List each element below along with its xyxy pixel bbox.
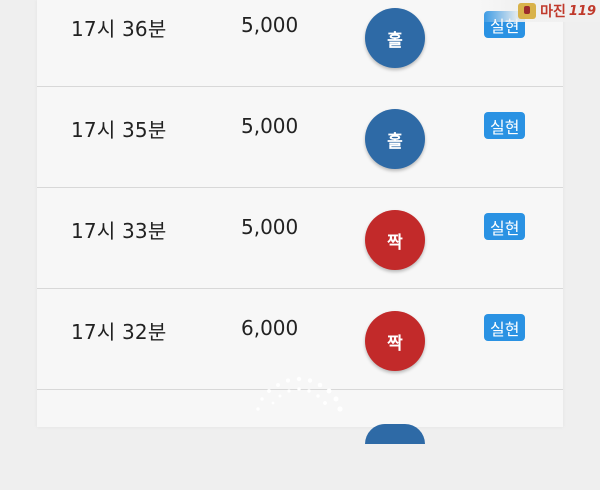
status-badge: 실현 <box>484 112 526 139</box>
bet-amount: 6,000 <box>241 316 299 340</box>
round-time: 17시 36분 <box>71 17 167 41</box>
result-odd-ball: 홀 <box>365 109 425 169</box>
list-item[interactable]: 17시 33분 5,000 짝 실현 <box>37 187 563 289</box>
result-odd-ball: 홀 <box>365 8 425 68</box>
result-odd-ball <box>365 424 425 444</box>
bet-amount: 5,000 <box>241 13 299 37</box>
status-badge: 실현 <box>484 213 526 240</box>
result-even-ball: 짝 <box>365 311 425 371</box>
bet-amount: 5,000 <box>241 114 299 138</box>
bet-amount: 5,000 <box>241 215 299 239</box>
watermark-logo: 마진 119 <box>480 0 600 22</box>
logo-number: 119 <box>568 3 596 19</box>
status-badge: 실현 <box>484 314 526 341</box>
result-even-ball: 짝 <box>365 210 425 270</box>
round-time: 17시 33분 <box>71 219 167 243</box>
logo-text: 마진 <box>540 4 566 20</box>
betting-history-list: 17시 36분 5,000 홀 실현 17시 35분 5,000 홀 실현 17… <box>37 0 563 427</box>
list-item[interactable]: 17시 35분 5,000 홀 실현 <box>37 86 563 188</box>
round-time: 17시 35분 <box>71 118 167 142</box>
round-time: 17시 32분 <box>71 320 167 344</box>
loading-spinner-icon <box>256 376 343 412</box>
shield-emblem-icon <box>518 3 537 19</box>
